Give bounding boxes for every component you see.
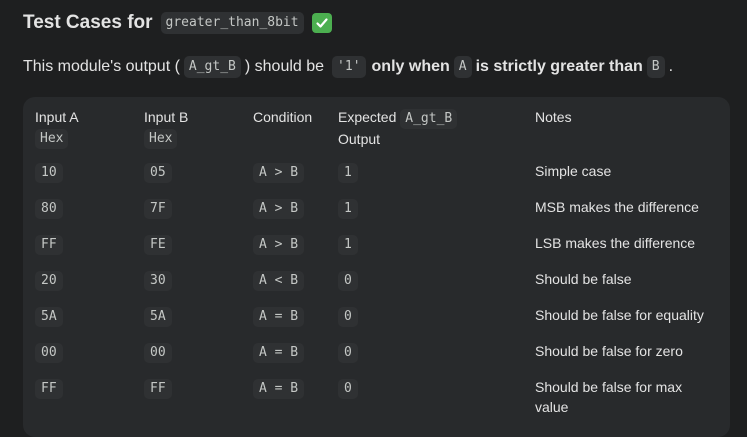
cell-input-b: FE <box>144 235 172 255</box>
cell-condition: A < B <box>253 271 305 291</box>
header-expected: Expected A_gt_B Output <box>338 107 458 149</box>
cell-input-a: 5A <box>35 307 63 327</box>
cell-output: 1 <box>338 199 358 219</box>
cell-note: MSB makes the difference <box>535 199 699 215</box>
cell-input-b: FF <box>144 379 172 399</box>
cell-input-b: 05 <box>144 163 172 183</box>
cell-note: Should be false for zero <box>535 343 683 359</box>
cell-condition: A = B <box>253 343 305 363</box>
title-text: Test Cases for <box>23 12 153 33</box>
desc-text-1: This module's output ( <box>23 58 180 75</box>
cell-input-a: 00 <box>35 343 63 363</box>
cell-input-a: 10 <box>35 163 63 183</box>
header-expected-label: Expected <box>338 109 397 125</box>
header-notes: Notes <box>535 109 572 125</box>
cell-output: 0 <box>338 271 358 291</box>
cell-output: 0 <box>338 379 358 399</box>
desc-text-4: is strictly greater than <box>475 58 643 75</box>
desc-text-5: . <box>668 58 674 75</box>
desc-text-3: only when <box>371 58 450 75</box>
module-name-code: greater_than_8bit <box>160 12 304 34</box>
cell-condition: A = B <box>253 379 305 399</box>
header-input-b-label: Input B <box>144 109 189 125</box>
cell-input-a: 20 <box>35 271 63 291</box>
cell-output: 0 <box>338 307 358 327</box>
b-code: B <box>646 56 665 78</box>
cell-note: Should be false <box>535 271 632 287</box>
a-code: A <box>453 56 472 78</box>
header-input-a-sub: Hex <box>35 129 69 149</box>
cell-note: Should be false for max value <box>535 379 683 415</box>
cell-note: Simple case <box>535 163 612 179</box>
header-expected-code: A_gt_B <box>400 109 458 129</box>
cell-condition: A > B <box>253 163 305 183</box>
cell-input-a: FF <box>35 235 63 255</box>
header-input-a-label: Input A <box>35 109 79 125</box>
header-input-b: Input B Hex <box>144 107 188 149</box>
cell-condition: A > B <box>253 199 305 219</box>
cell-input-a: FF <box>35 379 63 399</box>
cell-condition: A = B <box>253 307 305 327</box>
cell-output: 1 <box>338 163 358 183</box>
description: This module's output ( A_gt_B ) should b… <box>23 55 673 79</box>
cell-output: 1 <box>338 235 358 255</box>
signal-code: A_gt_B <box>183 56 241 78</box>
header-condition: Condition <box>253 109 313 125</box>
cell-input-b: 30 <box>144 271 172 291</box>
cell-input-b: 00 <box>144 343 172 363</box>
cell-input-a: 80 <box>35 199 63 219</box>
cell-note: Should be false for equality <box>535 307 704 323</box>
cell-input-b: 7F <box>144 199 172 219</box>
cell-output: 0 <box>338 343 358 363</box>
cell-condition: A > B <box>253 235 305 255</box>
desc-text-2: ) should be <box>244 58 325 75</box>
header-input-b-sub: Hex <box>144 129 178 149</box>
cell-note: LSB makes the difference <box>535 235 696 251</box>
page-title: Test Cases for greater_than_8bit <box>23 9 332 37</box>
header-input-a: Input A Hex <box>35 107 79 149</box>
cell-input-b: 5A <box>144 307 172 327</box>
header-expected-sub: Output <box>338 131 381 147</box>
value-code: '1' <box>332 56 366 78</box>
check-mark-icon <box>311 13 332 33</box>
test-cases-table: Input A Hex Input B Hex Condition Expect… <box>23 97 730 437</box>
